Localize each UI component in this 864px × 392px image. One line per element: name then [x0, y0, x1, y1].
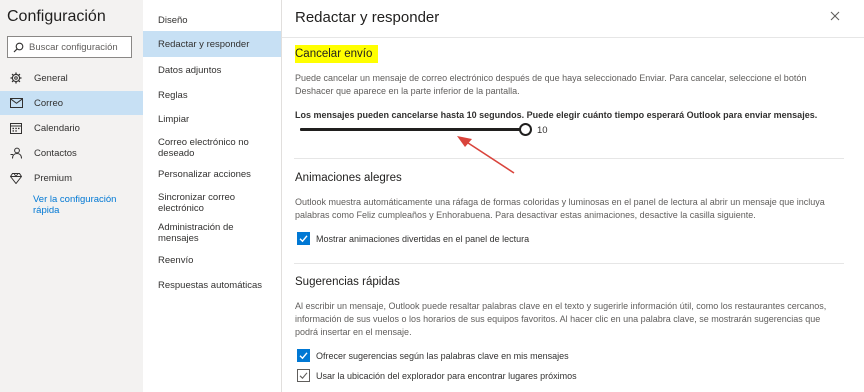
animations-description: Outlook muestra automáticamente una ráfa… — [295, 197, 825, 220]
subnav-item-message-handling[interactable]: Administración de mensajes — [143, 221, 253, 245]
calendar-icon — [9, 121, 23, 135]
location-checkbox[interactable]: Usar la ubicación del explorador para en… — [297, 369, 577, 382]
subnav-item-rules[interactable]: Reglas — [143, 89, 281, 101]
mail-icon — [9, 96, 23, 110]
checkmark-icon — [299, 235, 308, 243]
suggestions-description: Al escribir un mensaje, Outlook puede re… — [295, 301, 827, 337]
subnav-item-layout[interactable]: Diseño — [143, 14, 281, 26]
annotation-arrow — [457, 136, 515, 174]
settings-content: Redactar y responder Cancelar envío Pued… — [282, 0, 864, 392]
subnav-item-attachments[interactable]: Datos adjuntos — [143, 64, 281, 76]
subnav-item-customize-actions[interactable]: Personalizar acciones — [143, 168, 281, 180]
sidebar-item-contacts[interactable]: Contactos — [0, 141, 143, 165]
settings-sidebar: Configuración Buscar configuración Gener… — [0, 0, 143, 392]
diamond-icon — [9, 171, 23, 185]
sidebar-item-premium[interactable]: Premium — [0, 166, 143, 190]
search-placeholder: Buscar configuración — [29, 41, 118, 53]
cancel-send-detail: Los mensajes pueden cancelarse hasta 10 … — [295, 110, 818, 120]
settings-title: Configuración — [7, 8, 106, 25]
sidebar-item-general[interactable]: General — [0, 66, 143, 90]
slider-track — [300, 128, 526, 131]
section-separator — [294, 158, 844, 159]
subnav-item-compose[interactable]: Redactar y responder — [143, 31, 281, 57]
page-title: Redactar y responder — [295, 9, 440, 26]
sidebar-item-mail[interactable]: Correo — [0, 91, 143, 115]
sidebar-item-label: Contactos — [34, 147, 77, 159]
cancel-send-heading: Cancelar envío — [295, 45, 379, 63]
subnav-item-sync[interactable]: Sincronizar correo electrónico — [143, 191, 258, 215]
slider-thumb[interactable] — [519, 123, 532, 136]
slider-value: 10 — [537, 125, 548, 136]
sidebar-item-label: Premium — [34, 172, 73, 184]
subnav-item-forwarding[interactable]: Reenvío — [143, 254, 281, 266]
sidebar-item-label: General — [34, 72, 68, 84]
animations-heading: Animaciones alegres — [295, 172, 402, 184]
mail-settings-nav: Diseño Redactar y responder Datos adjunt… — [143, 0, 281, 392]
checkmark-icon — [299, 372, 308, 380]
section-separator — [294, 263, 844, 264]
suggestions-heading: Sugerencias rápidas — [295, 276, 400, 288]
cancel-time-slider[interactable] — [300, 123, 532, 137]
gear-icon — [9, 71, 23, 85]
close-icon — [830, 11, 840, 21]
checkmark-icon — [299, 352, 308, 360]
subnav-item-junk[interactable]: Correo electrónico no deseado — [143, 136, 263, 160]
cancel-send-description: Puede cancelar un mensaje de correo elec… — [295, 73, 807, 96]
close-button[interactable] — [827, 8, 843, 24]
search-icon — [13, 42, 24, 52]
header-separator — [282, 37, 864, 38]
sidebar-item-label: Correo — [34, 97, 64, 109]
checkbox-label: Usar la ubicación del explorador para en… — [316, 370, 577, 381]
contacts-icon — [9, 146, 23, 160]
highlighted-heading: Cancelar envío — [295, 45, 379, 63]
checkbox-checked[interactable] — [297, 349, 310, 362]
checkbox-label: Mostrar animaciones divertidas en el pan… — [316, 233, 530, 244]
sidebar-item-calendar[interactable]: Calendario — [0, 116, 143, 140]
checkbox-unchecked[interactable] — [297, 369, 310, 382]
sidebar-item-label: Calendario — [34, 122, 80, 134]
keyword-suggestions-checkbox[interactable]: Ofrecer sugerencias según las palabras c… — [297, 349, 569, 362]
checkbox-label: Ofrecer sugerencias según las palabras c… — [316, 350, 569, 361]
animations-checkbox[interactable]: Mostrar animaciones divertidas en el pan… — [297, 232, 529, 245]
subnav-item-sweep[interactable]: Limpiar — [143, 113, 281, 125]
search-input[interactable]: Buscar configuración — [7, 36, 132, 58]
quick-settings-link[interactable]: Ver la configuración rápida — [33, 194, 133, 216]
subnav-item-auto-replies[interactable]: Respuestas automáticas — [143, 279, 281, 291]
checkbox-checked[interactable] — [297, 232, 310, 245]
